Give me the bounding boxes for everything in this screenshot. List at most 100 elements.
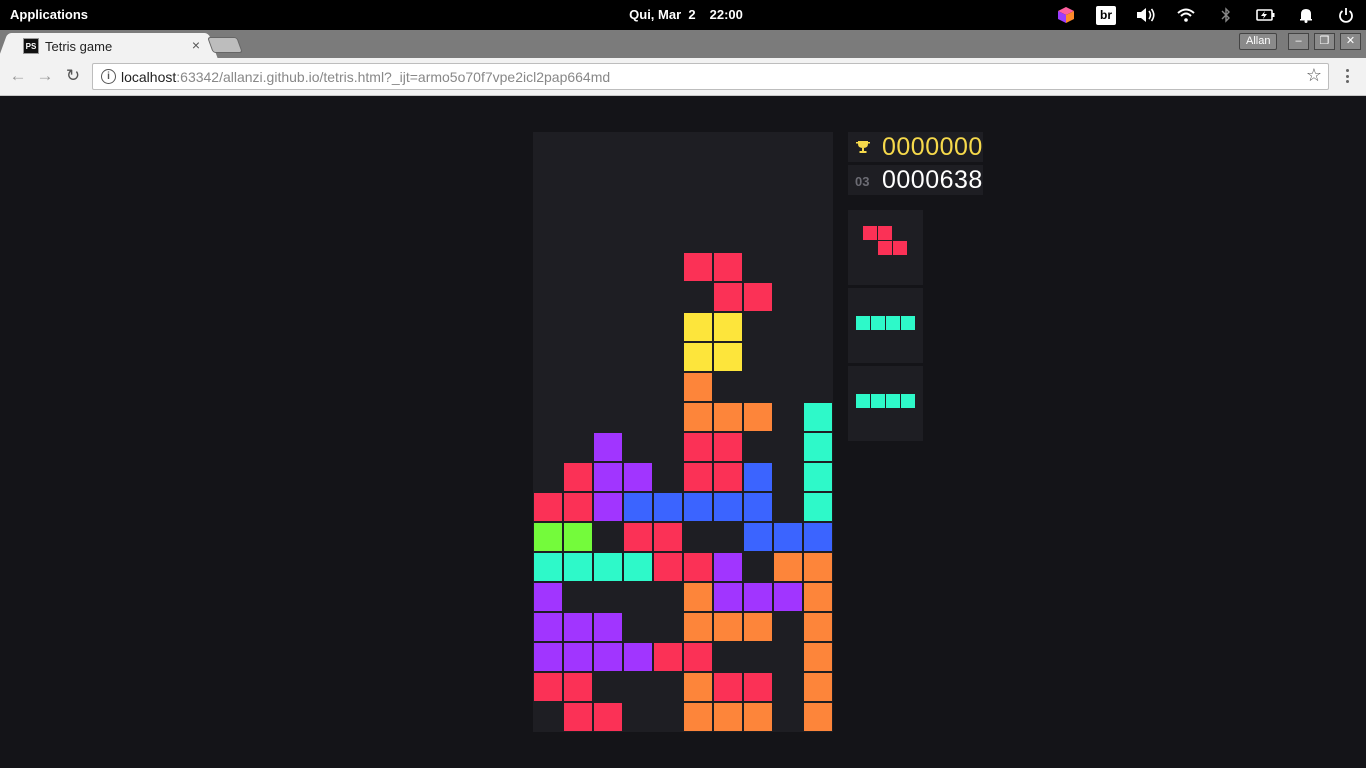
back-arrow-icon[interactable]: ← bbox=[8, 66, 28, 86]
board-block bbox=[684, 463, 712, 491]
board-block bbox=[534, 583, 562, 611]
current-score-row: 03 0000638 bbox=[848, 165, 983, 195]
board-block bbox=[564, 553, 592, 581]
next-piece-block bbox=[863, 226, 877, 240]
browser-toolbar: ← → ↻ i localhost:63342/allanzi.github.i… bbox=[0, 58, 1366, 96]
url-host: localhost bbox=[121, 69, 177, 85]
board-block bbox=[714, 463, 742, 491]
board-block bbox=[684, 373, 712, 401]
next-piece-block bbox=[893, 241, 907, 255]
board-block bbox=[774, 583, 802, 611]
board-block bbox=[804, 523, 832, 551]
restore-button[interactable]: ❐ bbox=[1314, 33, 1335, 50]
board-block bbox=[684, 433, 712, 461]
board-block bbox=[534, 523, 562, 551]
new-tab-button[interactable] bbox=[207, 37, 243, 53]
app-cube-icon[interactable] bbox=[1046, 0, 1086, 30]
board-block bbox=[714, 493, 742, 521]
bookmark-star-icon[interactable]: ☆ bbox=[1306, 65, 1322, 86]
board-block bbox=[714, 673, 742, 701]
volume-icon[interactable] bbox=[1126, 0, 1166, 30]
close-window-button[interactable]: ✕ bbox=[1340, 33, 1361, 50]
board-block bbox=[654, 553, 682, 581]
board-block bbox=[714, 403, 742, 431]
tab-tetris-game[interactable]: PS Tetris game × bbox=[10, 33, 206, 58]
next-piece-box-2 bbox=[848, 288, 923, 363]
board-block bbox=[684, 643, 712, 671]
bluetooth-icon[interactable] bbox=[1206, 0, 1246, 30]
wifi-icon[interactable] bbox=[1166, 0, 1206, 30]
board-block bbox=[594, 433, 622, 461]
board-block bbox=[624, 463, 652, 491]
applications-menu[interactable]: Applications bbox=[10, 7, 88, 22]
board-block bbox=[564, 523, 592, 551]
info-icon[interactable]: i bbox=[101, 69, 116, 84]
board-block bbox=[534, 493, 562, 521]
reload-icon[interactable]: ↻ bbox=[63, 66, 83, 86]
url-text[interactable]: localhost:63342/allanzi.github.io/tetris… bbox=[121, 69, 610, 85]
next-piece-block bbox=[856, 316, 870, 330]
notification-bell-icon[interactable] bbox=[1286, 0, 1326, 30]
board-block bbox=[684, 703, 712, 731]
battery-icon[interactable] bbox=[1246, 0, 1286, 30]
minimize-button[interactable]: – bbox=[1288, 33, 1309, 50]
clock-date: Qui, Mar 2 bbox=[629, 7, 696, 22]
browser-tab-strip: PS Tetris game × bbox=[0, 30, 1366, 58]
board-block bbox=[684, 583, 712, 611]
next-piece-block bbox=[878, 226, 892, 240]
board-block bbox=[774, 553, 802, 581]
game-page: 0000000 03 0000638 bbox=[0, 97, 1366, 768]
board-block bbox=[714, 313, 742, 341]
next-piece-block bbox=[871, 316, 885, 330]
board-block bbox=[594, 643, 622, 671]
board-block bbox=[744, 703, 772, 731]
board-block bbox=[684, 343, 712, 371]
board-block bbox=[594, 703, 622, 731]
profile-button[interactable]: Allan bbox=[1239, 33, 1278, 50]
board-block bbox=[714, 703, 742, 731]
url-path: :63342/allanzi.github.io/tetris.html?_ij… bbox=[176, 69, 611, 85]
system-tray: br bbox=[1046, 0, 1366, 30]
board-block bbox=[804, 643, 832, 671]
next-piece-block bbox=[856, 394, 870, 408]
board-block bbox=[744, 283, 772, 311]
board-block bbox=[564, 613, 592, 641]
board-block bbox=[564, 673, 592, 701]
next-piece-box-1 bbox=[848, 210, 923, 285]
board-block bbox=[534, 673, 562, 701]
board-block bbox=[684, 253, 712, 281]
board-block bbox=[804, 673, 832, 701]
board-block bbox=[744, 613, 772, 641]
browser-menu-icon[interactable] bbox=[1342, 66, 1352, 86]
system-top-panel: Applications Qui, Mar 2 22:00 br bbox=[0, 0, 1366, 30]
next-piece-block bbox=[886, 316, 900, 330]
board-block bbox=[684, 673, 712, 701]
board-block bbox=[804, 553, 832, 581]
next-piece-block bbox=[901, 394, 915, 408]
board-block bbox=[534, 553, 562, 581]
power-icon[interactable] bbox=[1326, 0, 1366, 30]
board-block bbox=[804, 583, 832, 611]
current-score-value: 0000638 bbox=[882, 166, 983, 194]
trophy-icon bbox=[856, 141, 870, 153]
board-block bbox=[744, 673, 772, 701]
tetris-board[interactable] bbox=[533, 132, 833, 732]
board-block bbox=[564, 493, 592, 521]
board-block bbox=[744, 463, 772, 491]
tab-close-button[interactable]: × bbox=[192, 37, 200, 53]
board-block bbox=[714, 613, 742, 641]
board-block bbox=[804, 613, 832, 641]
board-block bbox=[744, 583, 772, 611]
board-block bbox=[654, 523, 682, 551]
board-block bbox=[804, 493, 832, 521]
board-block bbox=[744, 493, 772, 521]
board-block bbox=[594, 553, 622, 581]
forward-arrow-icon[interactable]: → bbox=[35, 66, 55, 86]
br-keyboard-layout[interactable]: br bbox=[1086, 0, 1126, 30]
tab-title: Tetris game bbox=[45, 39, 113, 54]
address-bar[interactable]: i localhost:63342/allanzi.github.io/tetr… bbox=[92, 63, 1329, 90]
score-panel: 0000000 03 0000638 bbox=[848, 132, 983, 198]
board-block bbox=[774, 523, 802, 551]
board-block bbox=[714, 583, 742, 611]
board-block bbox=[594, 613, 622, 641]
